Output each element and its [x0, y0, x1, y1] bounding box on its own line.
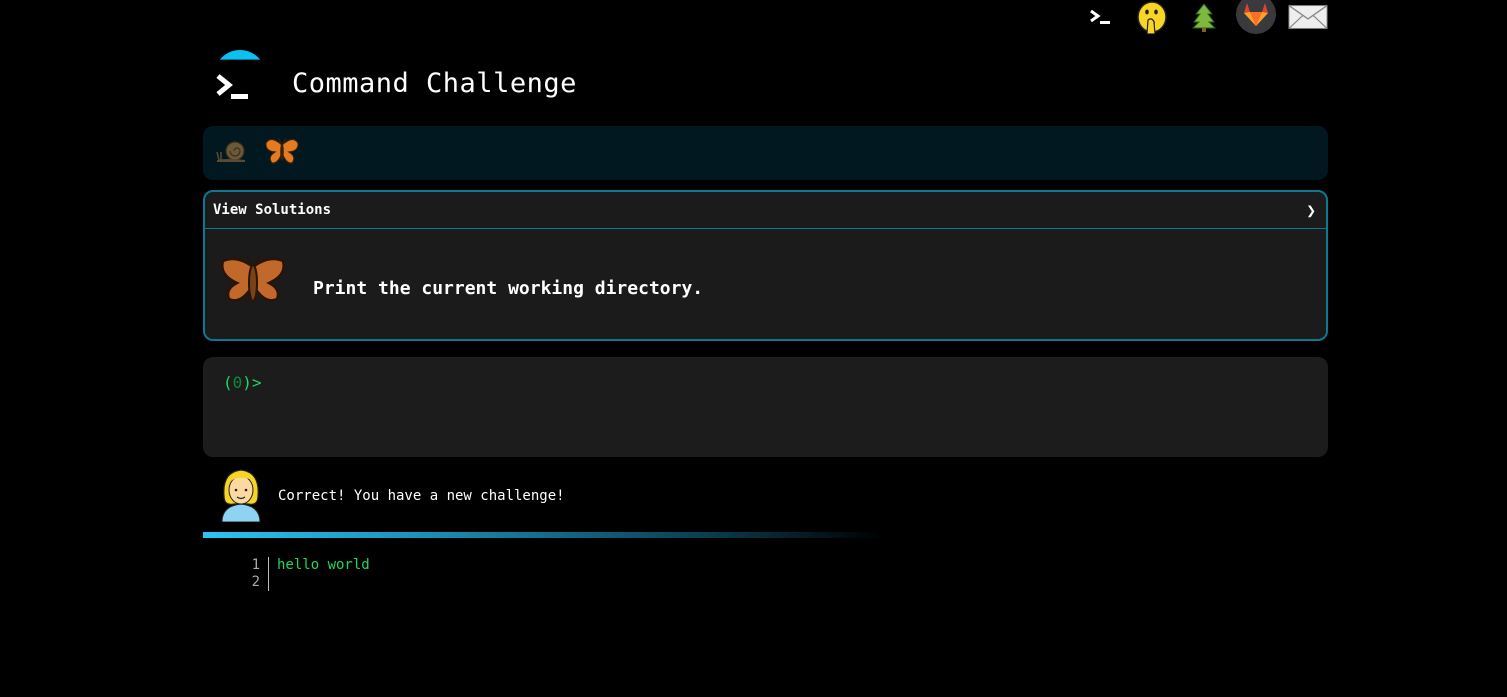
logo[interactable]	[210, 50, 270, 110]
output-line: 2	[240, 574, 370, 591]
mail-icon[interactable]	[1288, 0, 1328, 34]
output-text: hello world	[277, 557, 370, 573]
progress-gradient-line	[203, 532, 883, 538]
feedback-message: Correct! You have a new challenge!	[278, 488, 565, 504]
feedback-row: Correct! You have a new challenge!	[218, 466, 565, 526]
line-number: 2	[240, 574, 269, 591]
chevron-right-icon: ❯	[1306, 200, 1316, 220]
tree-icon[interactable]	[1184, 0, 1224, 34]
page: Command Challenge View Solutions ❯ Print…	[0, 0, 1507, 697]
challenge-task-text: Print the current working directory.	[313, 277, 704, 299]
terminal-prompt: (0)>	[223, 373, 262, 392]
command-output: 1 hello world 2	[240, 557, 370, 591]
butterfly-icon[interactable]	[263, 135, 301, 171]
page-title: Command Challenge	[292, 68, 577, 99]
challenge-card: View Solutions ❯ Print the current worki…	[203, 190, 1328, 341]
output-line: 1 hello world	[240, 557, 370, 574]
line-number: 1	[240, 557, 269, 574]
prompt-count: 0	[232, 373, 243, 392]
terminal-input-area[interactable]: (0)>	[203, 357, 1328, 457]
terminal-logo-icon	[216, 74, 248, 99]
snail-icon[interactable]	[215, 138, 249, 168]
challenge-progress-strip	[203, 126, 1328, 180]
challenge-body: Print the current working directory.	[205, 229, 1326, 339]
gitlab-icon[interactable]	[1236, 0, 1276, 34]
shush-face-icon[interactable]	[1132, 0, 1172, 34]
top-icon-bar	[1080, 0, 1328, 34]
moth-icon	[219, 253, 287, 315]
woman-avatar-icon	[218, 466, 264, 526]
view-solutions-label: View Solutions	[213, 202, 332, 218]
view-solutions-toggle[interactable]: View Solutions ❯	[205, 192, 1326, 229]
terminal-icon[interactable]	[1080, 0, 1120, 34]
